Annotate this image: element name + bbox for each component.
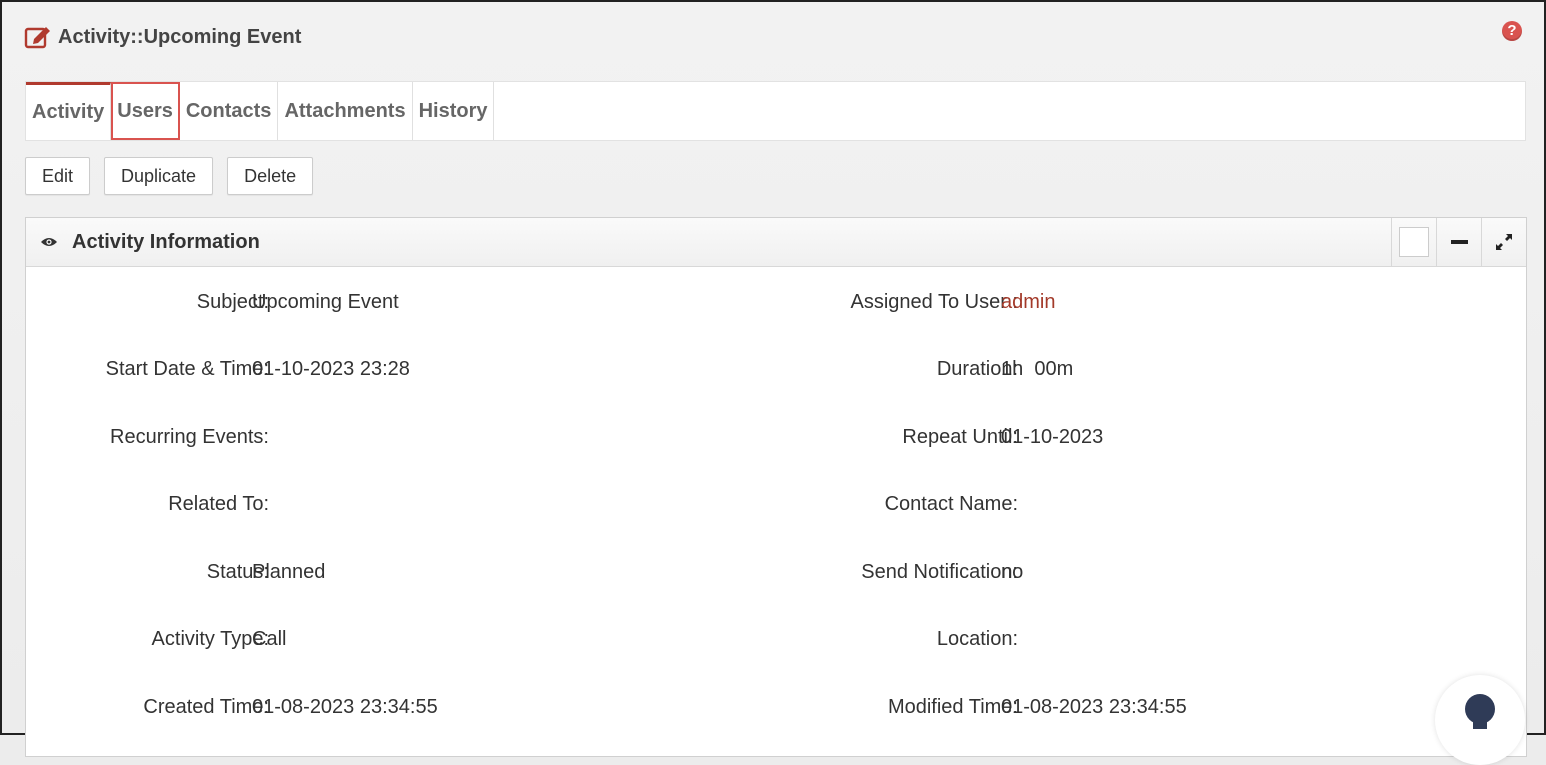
created-time-label: Created Time: [143, 696, 269, 718]
assigned-to-link[interactable]: admin [1001, 291, 1055, 314]
edit-button[interactable]: Edit [25, 157, 91, 195]
assigned-to-label: Assigned To User : [850, 291, 1019, 313]
field-row: Subject: Upcoming Event Assigned To User… [26, 291, 1526, 321]
checkbox[interactable] [1399, 227, 1429, 257]
subject-value: Upcoming Event [252, 291, 399, 313]
tab-contacts[interactable]: Contacts [180, 82, 279, 140]
send-notification-label: Send Notification: [861, 561, 1018, 583]
start-date-label: Start Date & Time: [105, 358, 269, 380]
help-lightbulb-button[interactable] [1435, 675, 1525, 765]
repeat-until-value: 01-10-2023 [1001, 426, 1104, 448]
edit-icon [24, 24, 52, 50]
created-time-value: 01-08-2023 23:34:55 [252, 696, 438, 718]
send-notification-value: no [1001, 561, 1024, 583]
lightbulb-icon [1465, 694, 1495, 729]
panel-tools [1391, 218, 1526, 266]
tab-activity[interactable]: Activity [26, 82, 112, 140]
tab-users[interactable]: Users [111, 82, 180, 140]
field-row: Activity Type: Call Location: [26, 628, 1526, 658]
modified-time-label: Modified Time: [887, 696, 1018, 718]
minimize-icon[interactable] [1436, 218, 1481, 266]
action-toolbar: Edit Duplicate Delete [25, 157, 314, 195]
duration-value: 1h 00m [1001, 358, 1074, 380]
tab-bar: Activity Users Contacts Attachments Hist… [25, 81, 1526, 141]
duplicate-button[interactable]: Duplicate [104, 157, 214, 195]
field-row: Recurring Events: Repeat Until: 01-10-20… [26, 426, 1526, 456]
delete-button[interactable]: Delete [227, 157, 314, 195]
tab-history[interactable]: History [413, 82, 495, 140]
field-row: Created Time: 01-08-2023 23:34:55 Modifi… [26, 696, 1526, 726]
status-value: Planned [252, 561, 326, 583]
contact-name-label: Contact Name: [884, 493, 1018, 515]
help-icon[interactable]: ? [1502, 21, 1522, 41]
page-header: Activity::Upcoming Event [24, 22, 301, 52]
panel-select-checkbox[interactable] [1391, 218, 1436, 266]
eye-icon [40, 235, 58, 249]
activity-information-panel: Activity Information Subject: Upcoming E… [25, 217, 1527, 757]
location-label: Location: [936, 628, 1018, 650]
field-row: Related To: Contact Name: [26, 493, 1526, 523]
start-date-value: 01-10-2023 23:28 [252, 358, 410, 380]
tab-attachments[interactable]: Attachments [278, 82, 413, 140]
recurring-events-label: Recurring Events: [110, 426, 269, 448]
related-to-label: Related To: [168, 493, 269, 515]
modified-time-value: 01-08-2023 23:34:55 [1001, 696, 1187, 718]
activity-type-value: Call [252, 628, 287, 650]
field-row: Status: Planned Send Notification: no [26, 561, 1526, 591]
page-title: Activity::Upcoming Event [58, 25, 302, 48]
expand-icon[interactable] [1481, 218, 1526, 266]
page-frame: Activity::Upcoming Event ? Activity User… [0, 0, 1546, 765]
panel-header: Activity Information [26, 218, 1526, 267]
panel-title: Activity Information [72, 230, 260, 253]
field-row: Start Date & Time: 01-10-2023 23:28 Dura… [26, 358, 1526, 388]
